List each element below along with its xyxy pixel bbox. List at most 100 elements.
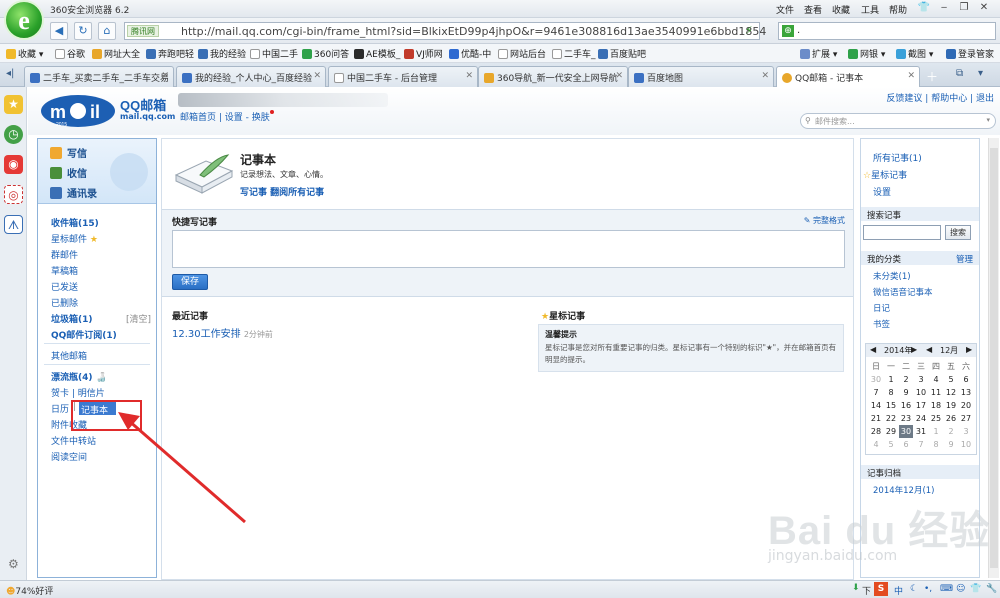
clear-junk-link[interactable]: [清空] — [126, 312, 151, 325]
skin-link[interactable]: 换肤 — [252, 113, 270, 123]
tab-close-icon[interactable]: ✕ — [615, 71, 623, 81]
calendar-day[interactable]: 15 — [884, 399, 898, 412]
bookmark-item[interactable]: 360问答 — [302, 47, 349, 60]
moon-icon[interactable]: ☾ — [910, 584, 918, 594]
contacts-button[interactable]: 通讯录 — [50, 185, 97, 200]
calendar-day[interactable]: 19 — [944, 399, 958, 412]
tab-close-icon[interactable]: ✕ — [161, 71, 169, 81]
extensions-button[interactable]: 扩展 ▾ — [800, 47, 837, 60]
bookmark-item[interactable]: VJ师网 — [404, 47, 443, 60]
refresh-icon[interactable]: ↻ — [74, 22, 92, 40]
reading-space-link[interactable]: 阅读空间 — [51, 450, 87, 463]
manage-categories-link[interactable]: 管理 — [956, 253, 973, 265]
deleted-link[interactable]: 已删除 — [51, 296, 78, 309]
all-notes-link[interactable]: 所有记事(1) — [873, 151, 922, 164]
tab-admin[interactable]: 中国二手车 - 后台管理 ✕ — [328, 66, 478, 87]
bookmark-item[interactable]: 中国二手 — [250, 47, 298, 60]
punctuation-icon[interactable]: •, — [924, 584, 932, 594]
menu-favorites[interactable]: 收藏 — [832, 3, 850, 16]
shirt-icon[interactable]: 👕 — [970, 584, 981, 594]
bookmark-item[interactable]: AE模板_ — [354, 47, 400, 60]
minimize-icon[interactable]: ‒ — [934, 1, 954, 15]
file-transfer-link[interactable]: 文件中转站 — [51, 434, 96, 447]
restore-icon[interactable]: ❐ — [954, 1, 974, 15]
tab-close-icon[interactable]: ✕ — [761, 71, 769, 81]
starred-notes-link[interactable]: ☆星标记事 — [863, 168, 907, 181]
calendar-day[interactable]: 7 — [869, 386, 883, 399]
write-mail-button[interactable]: 写信 — [50, 145, 87, 160]
bookmark-favorites[interactable]: 收藏 ▾ — [6, 47, 43, 60]
bookmark-item[interactable]: 网址大全 — [92, 47, 140, 60]
calendar-day[interactable]: 13 — [959, 386, 973, 399]
drift-bottle-link[interactable]: 漂流瓶(4) 🍶 — [51, 370, 107, 383]
calendar-day[interactable]: 10 — [914, 386, 928, 399]
calendar-day[interactable]: 17 — [914, 399, 928, 412]
feedback-link[interactable]: 反馈建议 — [886, 94, 922, 104]
dropdown-icon[interactable]: ▾ — [986, 116, 990, 124]
new-tab-icon[interactable]: ＋ — [926, 68, 938, 85]
calendar-day[interactable]: 23 — [899, 412, 913, 425]
back-icon[interactable]: ◀ — [50, 22, 68, 40]
weibo-icon[interactable]: ◉ — [4, 155, 23, 174]
calendar-day[interactable]: 20 — [959, 399, 973, 412]
bookmark-item[interactable]: 网站后台 — [498, 47, 546, 60]
url-text[interactable]: http://mail.qq.com/cgi-bin/frame_html?si… — [181, 25, 766, 38]
other-mailbox-link[interactable]: 其他邮箱 — [51, 349, 87, 362]
calendar-day[interactable]: 3 — [914, 373, 928, 386]
menu-tools[interactable]: 工具 — [861, 3, 879, 16]
receive-mail-button[interactable]: 收信 — [50, 165, 87, 180]
bookmark-item[interactable]: 奔跑吧轻 — [146, 47, 194, 60]
calendar-day[interactable]: 6 — [959, 373, 973, 386]
calendar-day[interactable]: 1 — [929, 425, 943, 438]
settings-gear-icon[interactable]: ⚙ — [8, 557, 19, 571]
calendar-day[interactable]: 5 — [944, 373, 958, 386]
browser-search-box[interactable]: ⊕ . — [778, 22, 996, 40]
bookmark-item[interactable]: 百度贴吧 — [598, 47, 646, 60]
wrench-icon[interactable]: 🔧 — [986, 584, 997, 594]
sent-link[interactable]: 已发送 — [51, 280, 78, 293]
scrollbar-thumb[interactable] — [990, 148, 998, 568]
tab-close-icon[interactable]: ✕ — [313, 71, 321, 81]
mailbox-home-link[interactable]: 邮箱首页 — [180, 113, 216, 123]
tab-close-icon[interactable]: ✕ — [465, 71, 473, 81]
tab-baidu-map[interactable]: 百度地图 ✕ — [628, 66, 774, 87]
skin-icon[interactable]: 👕 — [914, 1, 934, 15]
calendar-day[interactable]: 4 — [929, 373, 943, 386]
card-link[interactable]: 贺卡 — [51, 389, 69, 399]
calendar-day[interactable]: 29 — [884, 425, 898, 438]
save-button[interactable]: 保存 — [172, 274, 208, 290]
calendar-day[interactable]: 18 — [929, 399, 943, 412]
menu-file[interactable]: 文件 — [776, 3, 794, 16]
tab-my-experience[interactable]: 我的经验_个人中心_百度经验 ✕ — [176, 66, 326, 87]
calendar-day[interactable]: 8 — [929, 438, 943, 451]
prev-year-icon[interactable]: ◀ — [870, 345, 876, 354]
drafts-link[interactable]: 草稿箱 — [51, 264, 78, 277]
notes-search-input[interactable] — [863, 225, 941, 240]
calendar-day[interactable]: 1 — [884, 373, 898, 386]
search-engine-icon[interactable]: ⊕ — [782, 25, 794, 37]
subscribe-link[interactable]: QQ邮件订阅(1) — [51, 328, 117, 341]
calendar-day[interactable]: 30 — [869, 373, 883, 386]
calendar-day[interactable]: 6 — [899, 438, 913, 451]
calendar-day[interactable]: 10 — [959, 438, 973, 451]
mail-search-input[interactable]: ⚲ 邮件搜索... ▾ — [800, 113, 996, 129]
calendar-link[interactable]: 日历 — [51, 402, 69, 415]
tab-restore-icon[interactable]: ⧉ — [956, 68, 963, 79]
history-clock-icon[interactable]: ◷ — [4, 125, 23, 144]
calendar-day[interactable]: 22 — [884, 412, 898, 425]
archive-dec-2014-link[interactable]: 2014年12月(1) — [873, 484, 935, 496]
full-format-link[interactable]: ✎ 完整格式 — [804, 215, 845, 226]
recent-note-item[interactable]: 12.30工作安排 2分钟前 — [172, 325, 273, 340]
calendar-day[interactable]: 2 — [899, 373, 913, 386]
starred-mail-link[interactable]: 星标邮件 ★ — [51, 232, 98, 245]
help-link[interactable]: 帮助中心 — [931, 94, 967, 104]
category-bookmarks[interactable]: 书签 — [873, 318, 890, 330]
bookmark-item[interactable]: 二手车_ — [552, 47, 596, 60]
calendar-day[interactable]: 8 — [884, 386, 898, 399]
download-label[interactable]: 下 — [862, 584, 871, 597]
browse-all-notes-link[interactable]: 翻阅所有记事 — [270, 188, 324, 198]
inbox-link[interactable]: 收件箱(15) — [51, 216, 99, 229]
address-bar[interactable]: 腾讯网 http://mail.qq.com/cgi-bin/frame_htm… — [124, 22, 766, 40]
calendar-day[interactable]: 30 — [899, 425, 913, 438]
calendar-day[interactable]: 11 — [929, 386, 943, 399]
